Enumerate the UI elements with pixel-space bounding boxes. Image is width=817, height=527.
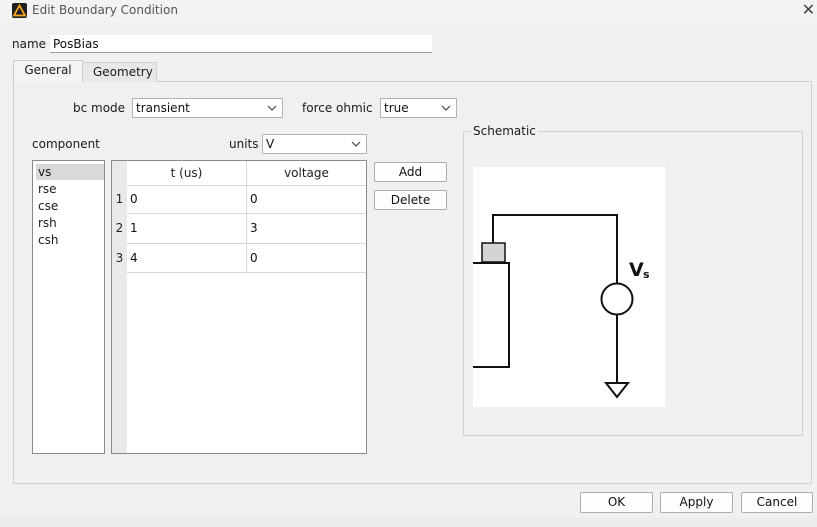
tab-general[interactable]: General: [13, 60, 83, 82]
name-field[interactable]: [50, 35, 432, 53]
chevron-down-icon: [351, 135, 361, 159]
row-number: 3: [115, 251, 124, 265]
row-number: 1: [115, 192, 124, 206]
list-item[interactable]: rse: [36, 181, 104, 197]
source-label: V: [629, 259, 644, 281]
window-title: Edit Boundary Condition: [32, 3, 178, 17]
bc-mode-value: transient: [136, 101, 190, 115]
units-label: units: [229, 137, 259, 151]
table-cell-voltage[interactable]: 0: [247, 244, 369, 273]
row-number: 2: [115, 221, 124, 235]
schematic-label: Schematic: [471, 124, 538, 138]
list-item[interactable]: vs: [36, 164, 104, 180]
list-item[interactable]: cse: [36, 198, 104, 214]
tab-geometry[interactable]: Geometry: [82, 62, 157, 82]
table-cell-voltage[interactable]: 0: [247, 185, 369, 214]
list-item[interactable]: csh: [36, 232, 104, 248]
window-bottom-edge: [0, 518, 817, 527]
source-subscript: s: [643, 268, 650, 281]
bc-mode-label: bc mode: [73, 101, 126, 115]
chevron-down-icon: [441, 99, 451, 123]
column-header-time[interactable]: t (us): [127, 161, 246, 187]
delete-button[interactable]: Delete: [374, 190, 447, 210]
device-outline: [473, 262, 510, 368]
ground-icon: [603, 382, 631, 399]
table-cell-time[interactable]: 4: [127, 244, 249, 273]
contact-pad: [481, 242, 506, 263]
warning-triangle-icon: [12, 3, 27, 18]
units-select[interactable]: V: [262, 134, 367, 154]
table-cell-time[interactable]: 1: [127, 214, 249, 243]
close-icon[interactable]: ✕: [800, 0, 817, 20]
force-ohmic-label: force ohmic: [302, 101, 373, 115]
units-value: V: [266, 137, 275, 151]
wire: [492, 214, 618, 284]
apply-button[interactable]: Apply: [660, 492, 733, 513]
voltage-source-icon: [600, 282, 634, 316]
table-cell-time[interactable]: 0: [127, 185, 249, 214]
chevron-down-icon: [267, 99, 277, 123]
cancel-button[interactable]: Cancel: [741, 492, 813, 513]
component-list[interactable]: vs rse cse rsh csh: [32, 160, 105, 454]
column-header-voltage[interactable]: voltage: [247, 161, 366, 187]
list-item[interactable]: rsh: [36, 215, 104, 231]
schematic-diagram: V s: [473, 167, 665, 407]
force-ohmic-value: true: [384, 101, 409, 115]
component-label: component: [32, 137, 100, 151]
add-button[interactable]: Add: [374, 162, 447, 182]
name-label: name: [12, 37, 47, 51]
ok-button[interactable]: OK: [580, 492, 653, 513]
force-ohmic-select[interactable]: true: [380, 98, 457, 118]
bc-mode-select[interactable]: transient: [132, 98, 283, 118]
table-cell-voltage[interactable]: 3: [247, 214, 369, 243]
